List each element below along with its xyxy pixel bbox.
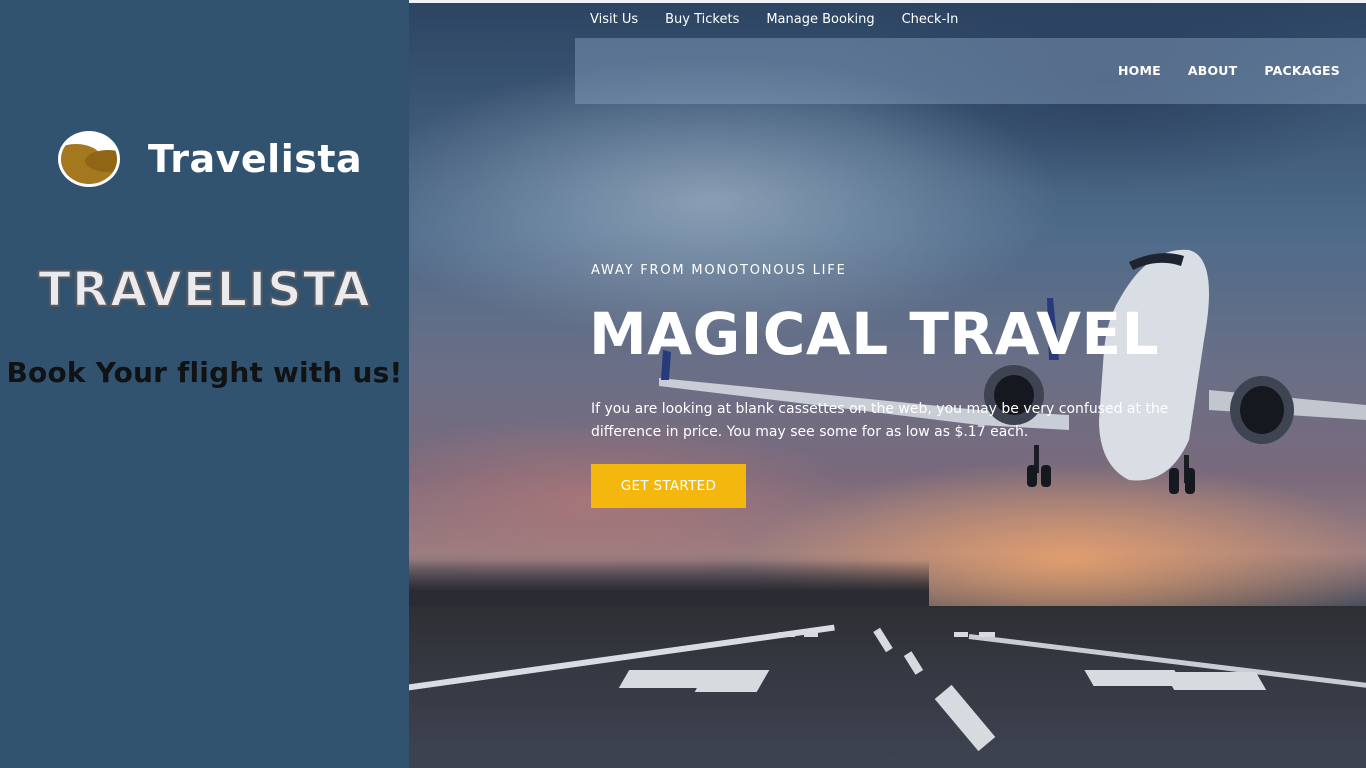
runway-stripe (979, 632, 995, 637)
top-link-visit-us[interactable]: Visit Us (590, 12, 638, 27)
runway-stripe (1163, 672, 1267, 690)
runway-stripe (779, 632, 795, 637)
brand-logo: Travelista (58, 131, 362, 187)
runway-stripe (804, 632, 818, 637)
runway-stripe (954, 632, 968, 637)
top-link-manage-booking[interactable]: Manage Booking (766, 12, 874, 27)
nav-home[interactable]: HOME (1118, 63, 1161, 78)
top-links: Visit Us Buy Tickets Manage Booking Chec… (590, 12, 985, 27)
nav-about[interactable]: ABOUT (1188, 63, 1238, 78)
runway-stripe (694, 670, 770, 692)
get-started-button[interactable]: GET STARTED (591, 464, 746, 508)
runway-stripe (618, 670, 710, 688)
airplane-illustration (659, 249, 1366, 494)
promo-title: TRAVELISTA (37, 261, 371, 319)
top-link-buy-tickets[interactable]: Buy Tickets (665, 12, 739, 27)
sun-over-dunes-logo-icon (58, 131, 120, 187)
logo-text: Travelista (148, 137, 363, 181)
main-nav: HOME ABOUT PACKAGES (1091, 63, 1340, 78)
nav-packages[interactable]: PACKAGES (1264, 63, 1340, 78)
promo-panel: Travelista TRAVELISTA Book Your flight w… (0, 0, 409, 768)
treeline (409, 560, 929, 612)
hero-eyebrow: AWAY FROM MONOTONOUS LIFE (591, 263, 847, 278)
hero-title: MAGICAL TRAVEL (589, 300, 1160, 368)
hero-description: If you are looking at blank cassettes on… (591, 401, 1169, 440)
website-hero (409, 0, 1366, 768)
top-link-check-in[interactable]: Check-In (902, 12, 959, 27)
promo-tagline: Book Your flight with us! (6, 356, 403, 389)
top-border (409, 0, 1366, 3)
header-bar: HOME ABOUT PACKAGES (575, 38, 1366, 104)
